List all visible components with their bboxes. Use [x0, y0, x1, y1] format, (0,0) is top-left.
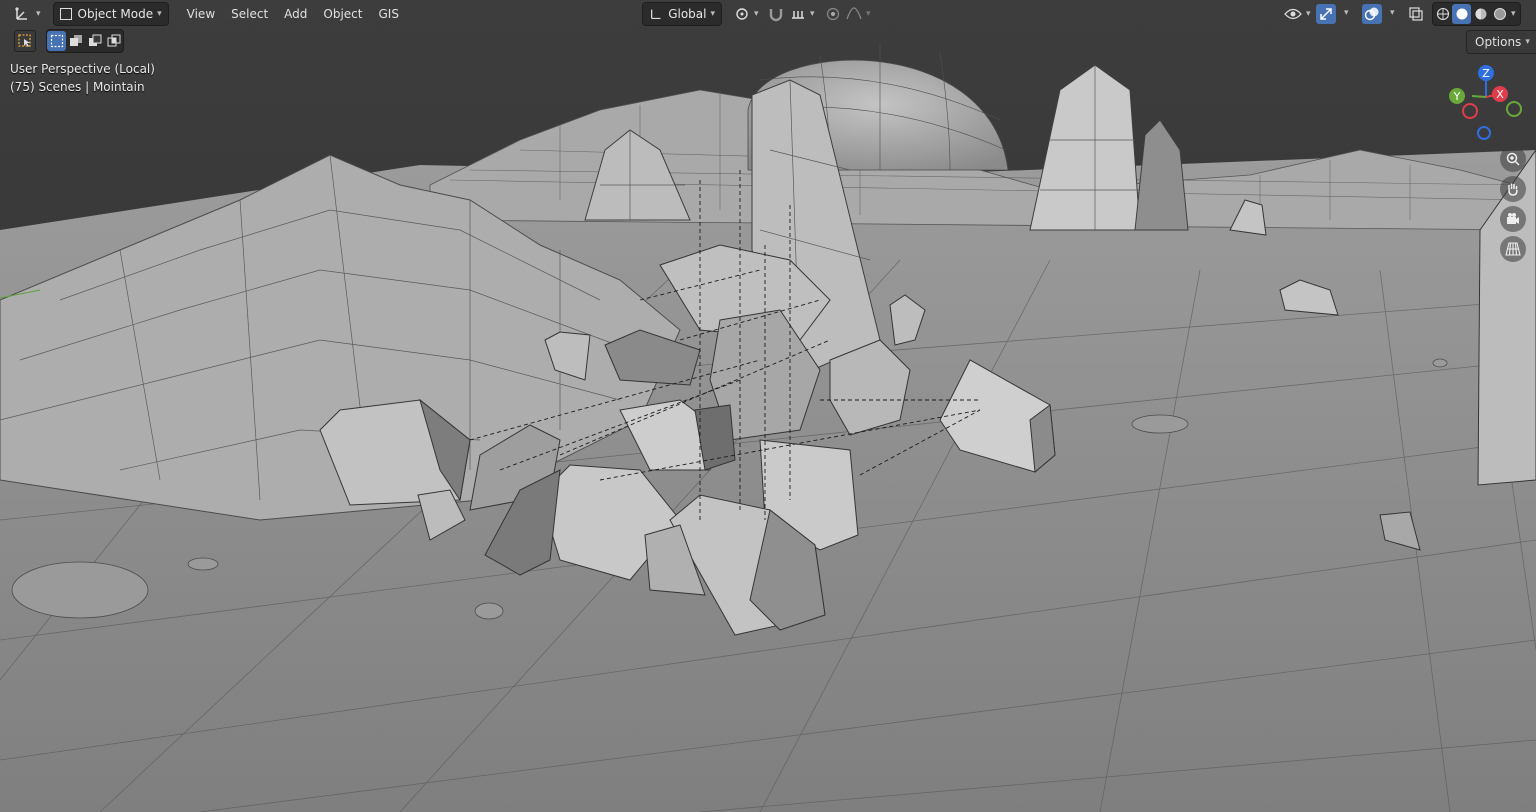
mode-dropdown[interactable]: Object Mode ▾ — [52, 2, 169, 26]
options-dropdown[interactable]: Options ▾ — [1466, 30, 1536, 54]
perspective-label: User Perspective (Local) — [10, 62, 155, 76]
active-tool-button[interactable] — [14, 30, 36, 52]
proportional-edit-icon — [826, 7, 840, 21]
neg-y-handle — [1506, 101, 1522, 117]
viewport-header: ▾ Object Mode ▾ View Select Add Object G… — [0, 0, 1536, 28]
menu-select[interactable]: Select — [223, 3, 276, 25]
3d-viewport[interactable]: ▾ Object Mode ▾ View Select Add Object G… — [0, 0, 1536, 812]
shading-options-chevron-icon[interactable]: ▾ — [1511, 9, 1516, 19]
navigation-gizmo[interactable]: Z X Y — [1446, 62, 1526, 142]
scene-render[interactable] — [0, 0, 1536, 812]
pivot-point-icon — [736, 8, 748, 20]
xray-icon — [1409, 7, 1423, 21]
hand-pan-icon[interactable] — [1500, 176, 1526, 202]
object-mode-icon — [59, 8, 72, 20]
chevron-down-icon: ▾ — [710, 9, 715, 19]
chevron-down-icon: ▾ — [36, 9, 41, 19]
orientation-icon — [651, 9, 661, 20]
wireframe-shading-icon[interactable] — [1433, 4, 1452, 24]
x-axis-label: X — [1496, 88, 1504, 101]
menu-object[interactable]: Object — [315, 3, 370, 25]
neg-x-handle — [1462, 103, 1478, 119]
xray-toggle[interactable] — [1406, 4, 1426, 24]
rendered-shading-icon[interactable] — [1490, 4, 1509, 24]
menu-add[interactable]: Add — [276, 3, 315, 25]
magnet-icon — [769, 9, 783, 22]
select-box-tool-icon — [18, 34, 31, 47]
solid-shading-icon[interactable] — [1452, 4, 1471, 24]
overlay-options-chevron-icon[interactable]: ▾ — [1390, 8, 1395, 18]
zoom-icon[interactable] — [1500, 146, 1526, 172]
falloff-curve-icon — [846, 7, 862, 20]
navigation-tools — [1500, 146, 1526, 262]
menu-view[interactable]: View — [179, 3, 223, 25]
orientation-label: Global — [668, 7, 707, 21]
eye-icon — [1284, 8, 1302, 20]
select-intersect-icon[interactable] — [104, 31, 123, 51]
y-axis-label: Y — [1453, 90, 1461, 103]
gizmo-toggle[interactable] — [1316, 4, 1336, 24]
menu-gis[interactable]: GIS — [371, 3, 407, 25]
options-label: Options — [1475, 35, 1522, 49]
z-axis-label: Z — [1482, 67, 1490, 80]
pivot-point-button[interactable]: ▾ — [728, 3, 765, 25]
chevron-down-icon: ▾ — [1525, 37, 1530, 47]
transform-gizmo-icon — [15, 7, 27, 20]
shading-mode-group: ▾ — [1432, 2, 1521, 26]
tool-settings-bar — [0, 29, 124, 53]
gizmo-arrows-icon — [1320, 8, 1332, 20]
camera-icon[interactable] — [1500, 206, 1526, 232]
overlay-icon — [1364, 7, 1379, 21]
grid-perspective-icon[interactable] — [1500, 236, 1526, 262]
snap-element-dropdown[interactable]: ▾ — [784, 3, 821, 25]
select-new-icon[interactable] — [47, 31, 66, 51]
chevron-down-icon: ▾ — [754, 9, 759, 19]
chevron-down-icon: ▾ — [157, 9, 162, 19]
orientation-dropdown[interactable]: Global ▾ — [642, 2, 722, 26]
neg-z-handle — [1477, 126, 1491, 140]
editor-type-button[interactable]: ▾ — [8, 3, 47, 25]
snap-increment-icon — [792, 11, 804, 19]
chevron-down-icon: ▾ — [866, 9, 871, 19]
gizmo-options-chevron-icon[interactable]: ▾ — [1344, 8, 1349, 18]
scene-info-label: (75) Scenes | Mointain — [10, 80, 145, 94]
chevron-down-icon: ▾ — [1306, 9, 1311, 19]
select-mode-group — [46, 29, 124, 53]
mode-label: Object Mode — [77, 7, 154, 21]
falloff-dropdown[interactable]: ▾ — [840, 3, 877, 25]
select-subtract-icon[interactable] — [85, 31, 104, 51]
select-extend-icon[interactable] — [66, 31, 85, 51]
visibility-dropdown[interactable]: ▾ — [1278, 3, 1317, 25]
overlay-toggle[interactable] — [1362, 4, 1382, 24]
chevron-down-icon: ▾ — [810, 9, 815, 19]
material-shading-icon[interactable] — [1471, 4, 1490, 24]
